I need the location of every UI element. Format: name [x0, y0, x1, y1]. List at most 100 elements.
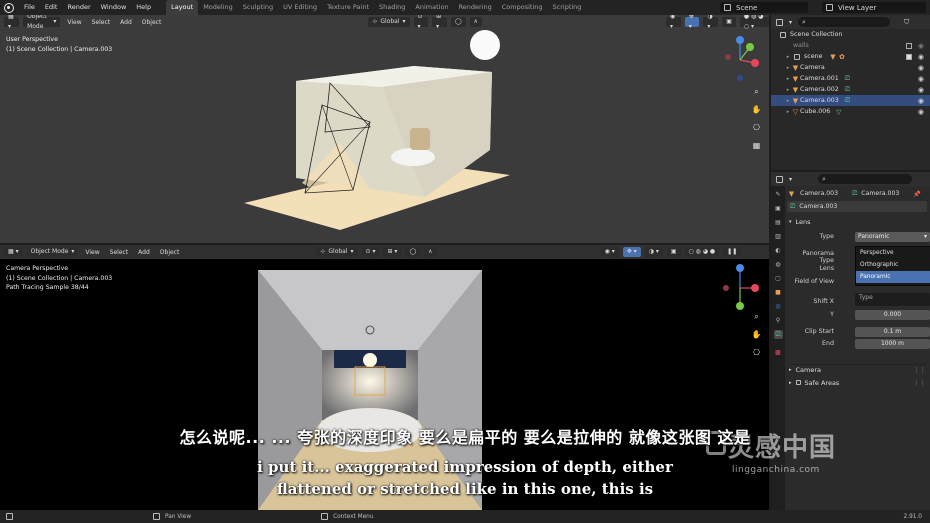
xray-button-2[interactable]: ▣ [666, 247, 681, 257]
menu-add-2[interactable]: Add [135, 249, 153, 256]
output-tab-icon[interactable]: ▤ [774, 218, 783, 227]
tab-rendering[interactable]: Rendering [454, 0, 497, 15]
pin-icon[interactable]: 📌 [913, 190, 921, 198]
properties-editor-dropdown[interactable]: ▾ [789, 176, 792, 183]
camera-datablock-field[interactable]: ⎚ Camera.003 [787, 201, 927, 212]
overlay-button-2[interactable]: ◑ ▾ [644, 247, 663, 257]
texture-tab-icon[interactable]: ▩ [774, 348, 783, 357]
camera-view-icon[interactable]: ⎔ [750, 121, 763, 134]
section-camera-header[interactable]: ▸ Camera ⋮⋮ [789, 364, 926, 375]
menu-object[interactable]: Object [139, 19, 165, 26]
tab-scripting[interactable]: Scripting [548, 0, 587, 15]
clip-start-field[interactable]: 0.1 m [855, 326, 930, 337]
transform-orientation-dropdown-2[interactable]: ⊹ Global ▾ [316, 247, 358, 257]
menu-edit[interactable]: Edit [40, 0, 63, 15]
drag-handle-icon[interactable]: ⋮⋮ [913, 366, 926, 374]
grid-icon[interactable]: ▦ [750, 139, 763, 152]
visibility-button[interactable]: ◉ ▾ [665, 15, 681, 30]
dropdown-option-panoramic[interactable]: Panoramic [856, 271, 930, 283]
constraints-tab-icon[interactable]: ⚲ [774, 316, 783, 325]
pivot-dropdown-2[interactable]: ⊙ ▾ [361, 247, 380, 257]
tab-modeling[interactable]: Modeling [198, 0, 238, 15]
menu-file[interactable]: File [19, 0, 40, 15]
funnel-icon[interactable]: ⛉ [904, 18, 909, 27]
pause-render-button[interactable]: ❚❚ [723, 247, 742, 257]
type-dropdown[interactable]: Panoramic ▾ [855, 231, 930, 242]
snap-button-2[interactable]: ⊞ ▾ [383, 247, 402, 257]
outliner-row-cube-006[interactable]: ▸ ▽ Cube.006 ▽ ◉ [771, 106, 930, 117]
clip-end-field[interactable]: 1000 m [855, 338, 930, 349]
eye-icon-cube-006[interactable]: ◉ [918, 108, 924, 116]
falloff-button[interactable]: ∧ [469, 17, 482, 27]
menu-render[interactable]: Render [62, 0, 95, 15]
tab-animation[interactable]: Animation [410, 0, 453, 15]
camera-view-icon-2[interactable]: ⎔ [750, 346, 763, 359]
proportional-edit-button-2[interactable]: ◯ [405, 247, 421, 257]
outliner-row-camera-001[interactable]: ▸ ▼ Camera.001 ⎚ ◉ [771, 73, 930, 84]
eye-icon-camera-003[interactable]: ◉ [918, 97, 924, 105]
tab-layout[interactable]: Layout [166, 0, 199, 15]
blender-logo-icon[interactable] [4, 2, 14, 13]
eye-icon-walls[interactable]: ◉ [918, 42, 924, 50]
pan-hand-icon-2[interactable]: ✋ [750, 328, 763, 341]
object-mode-dropdown-2[interactable]: Object Mode ▾ [26, 247, 79, 257]
xray-button[interactable]: ▣ [722, 17, 736, 27]
drag-handle-icon-2[interactable]: ⋮⋮ [913, 379, 926, 387]
shift-y-field[interactable]: 0.000 [855, 309, 930, 320]
eye-icon-camera-002[interactable]: ◉ [918, 86, 924, 94]
tab-uv-editing[interactable]: UV Editing [278, 0, 322, 15]
view-layer-selector[interactable]: View Layer [822, 2, 926, 13]
outliner-row-camera[interactable]: ▸ ▼ Camera ◉ [771, 62, 930, 73]
object-tab-icon[interactable]: ■ [774, 288, 783, 297]
exclude-checkbox-scene[interactable] [906, 53, 912, 60]
visibility-button-2[interactable]: ◉ ▾ [600, 247, 619, 257]
view-layer-tab-icon[interactable]: ▥ [774, 232, 783, 241]
tab-compositing[interactable]: Compositing [497, 0, 548, 15]
menu-select[interactable]: Select [89, 19, 114, 26]
object-mode-dropdown[interactable]: Object Mode ▾ [23, 15, 61, 30]
sun-light-object[interactable] [470, 30, 500, 60]
shading-buttons-2[interactable]: ○ ◍ ◕ ● [684, 247, 720, 257]
section-safe-areas-header[interactable]: ▸ Safe Areas ⋮⋮ [789, 377, 926, 388]
scene-selector[interactable]: Scene [720, 2, 808, 13]
physics-tab-icon[interactable]: ◎ [774, 302, 783, 311]
expand-toggle-scene[interactable]: ▸ [785, 54, 791, 60]
menu-window[interactable]: Window [96, 0, 132, 15]
properties-editor-icon[interactable] [776, 175, 783, 183]
outliner-search-input[interactable]: ⌕ [798, 17, 891, 27]
collection-tab-icon[interactable]: ▢ [774, 274, 783, 283]
camera-data-tab-icon[interactable]: ⎚ [773, 330, 783, 339]
outliner-row-walls[interactable]: walls ◉ [771, 40, 930, 51]
outliner-row-camera-003[interactable]: ▸ ▼ Camera.003 ⎚ ◉ [771, 95, 930, 106]
outliner-row-camera-002[interactable]: ▸ ▼ Camera.002 ⎚ ◉ [771, 84, 930, 95]
tab-shading[interactable]: Shading [374, 0, 410, 15]
exclude-checkbox-walls[interactable] [906, 42, 912, 49]
scene-tab-icon[interactable]: ◐ [774, 246, 783, 255]
navigation-gizmo[interactable] [720, 35, 760, 85]
zoom-icon-2[interactable]: ⌕ [750, 310, 763, 323]
shading-buttons[interactable]: ● ◍ ◕ ○ ▾ [739, 15, 769, 30]
world-tab-icon[interactable]: ◍ [774, 260, 783, 269]
render-tab-icon[interactable]: ▣ [774, 204, 783, 213]
falloff-button-2[interactable]: ∧ [424, 247, 437, 257]
gizmo-button-2[interactable]: ✥ ▾ [622, 247, 641, 257]
transform-orientation-dropdown[interactable]: ⊹ Global ▾ [368, 17, 410, 27]
eye-icon-camera-001[interactable]: ◉ [918, 75, 924, 83]
dropdown-option-orthographic[interactable]: Orthographic [856, 259, 930, 271]
navigation-gizmo-2[interactable] [720, 263, 760, 313]
section-lens-header[interactable]: ▾ Lens [789, 216, 926, 227]
eye-icon-scene[interactable]: ◉ [918, 53, 924, 61]
outliner-editor-icon[interactable] [776, 18, 783, 26]
gizmo-button[interactable]: ✥ ▾ [684, 15, 700, 30]
menu-select-2[interactable]: Select [107, 249, 132, 256]
outliner-scene-collection[interactable]: Scene Collection [771, 29, 930, 40]
menu-view[interactable]: View [64, 19, 84, 26]
snap-button[interactable]: ⊞ ▾ [432, 15, 447, 30]
pan-hand-icon[interactable]: ✋ [750, 103, 763, 116]
tab-texture-paint[interactable]: Texture Paint [322, 0, 374, 15]
menu-object-2[interactable]: Object [157, 249, 183, 256]
safe-areas-checkbox[interactable] [795, 380, 801, 385]
tool-tab-icon[interactable]: ✎ [774, 190, 783, 199]
editor-type-button-2[interactable]: ▦ ▾ [4, 247, 23, 257]
outliner-filter-icon[interactable]: ▾ [789, 19, 792, 26]
